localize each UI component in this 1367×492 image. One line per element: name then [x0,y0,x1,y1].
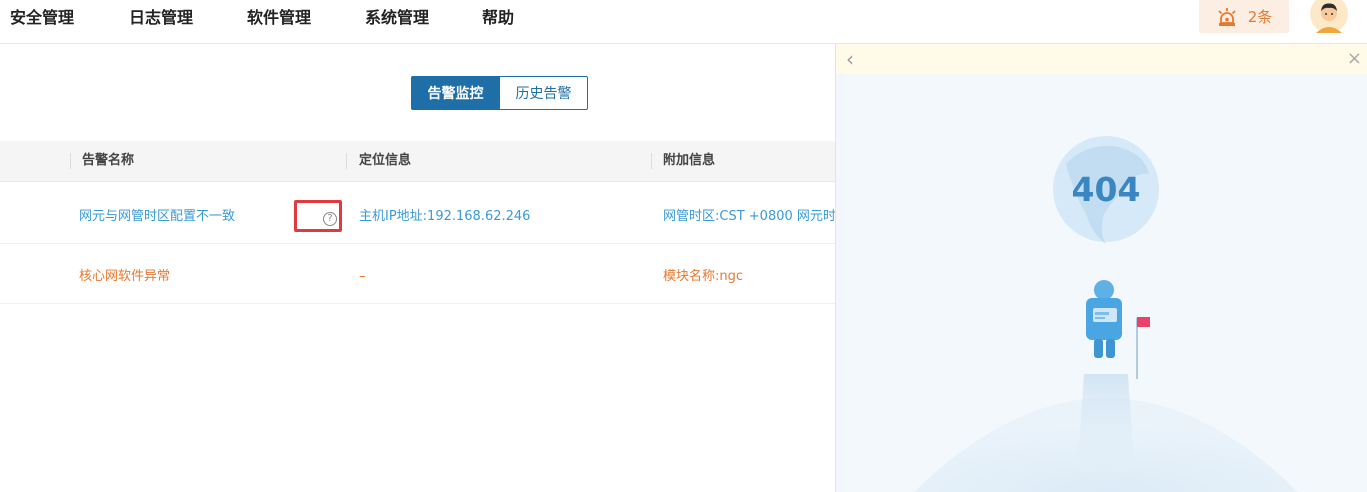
column-divider [346,153,347,169]
table-row[interactable]: 核心网软件异常 – 模块名称:ngc [0,251,835,304]
chevron-left-icon[interactable]: ‹ [846,47,854,71]
nav-item-security[interactable]: 安全管理 [10,4,74,28]
alarm-main-content: 告警监控 历史告警 告警名称 定位信息 附加信息 网元与网管时区配置不一致 ? … [0,44,835,492]
tab-alarm-history[interactable]: 历史告警 [500,76,588,110]
alarm-count-label: 2条 [1247,8,1273,26]
user-avatar-icon [1310,0,1348,33]
extra-info-cell: 网管时区:CST +0800 网元时 [663,209,835,224]
tab-alarm-monitor[interactable]: 告警监控 [411,76,500,110]
astronaut-figure [1086,280,1122,358]
table-row[interactable]: 网元与网管时区配置不一致 ? 主机IP地址:192.168.62.246 网管时… [0,191,835,244]
nav-item-log[interactable]: 日志管理 [129,4,193,28]
top-navigation-bar: 安全管理 日志管理 软件管理 系统管理 帮助 2条 [0,0,1367,44]
nav-item-help[interactable]: 帮助 [482,4,514,28]
not-found-illustration: 404 [844,74,1367,492]
flag-icon [1137,317,1150,327]
extra-info-cell: 模块名称:ngc [663,269,744,284]
alarm-tab-group: 告警监控 历史告警 [411,76,588,110]
nav-item-system[interactable]: 系统管理 [365,4,429,28]
alarm-light-icon [1218,7,1236,26]
table-header: 告警名称 定位信息 附加信息 [0,141,835,182]
404-illustration: 404 [914,136,1298,492]
column-divider [70,153,71,169]
nav-item-software[interactable]: 软件管理 [247,4,311,28]
close-icon[interactable]: × [1347,47,1362,71]
alarm-name-cell[interactable]: 网元与网管时区配置不一致 [79,191,235,243]
alarm-name-cell[interactable]: 核心网软件异常 [79,251,170,303]
error-code-text: 404 [1072,170,1141,209]
side-panel-header: ‹ × [836,44,1367,74]
column-divider [651,153,652,169]
column-header-alarm-name[interactable]: 告警名称 [82,141,134,181]
alarm-count-badge[interactable]: 2条 [1199,0,1289,33]
location-cell: 主机IP地址:192.168.62.246 [359,209,531,224]
question-mark-icon[interactable]: ? [323,212,337,226]
column-header-location[interactable]: 定位信息 [359,141,411,181]
location-cell: – [359,269,366,284]
side-panel: ‹ × 404 [835,44,1367,492]
column-header-extra-info[interactable]: 附加信息 [663,141,715,181]
user-avatar[interactable] [1309,0,1349,33]
